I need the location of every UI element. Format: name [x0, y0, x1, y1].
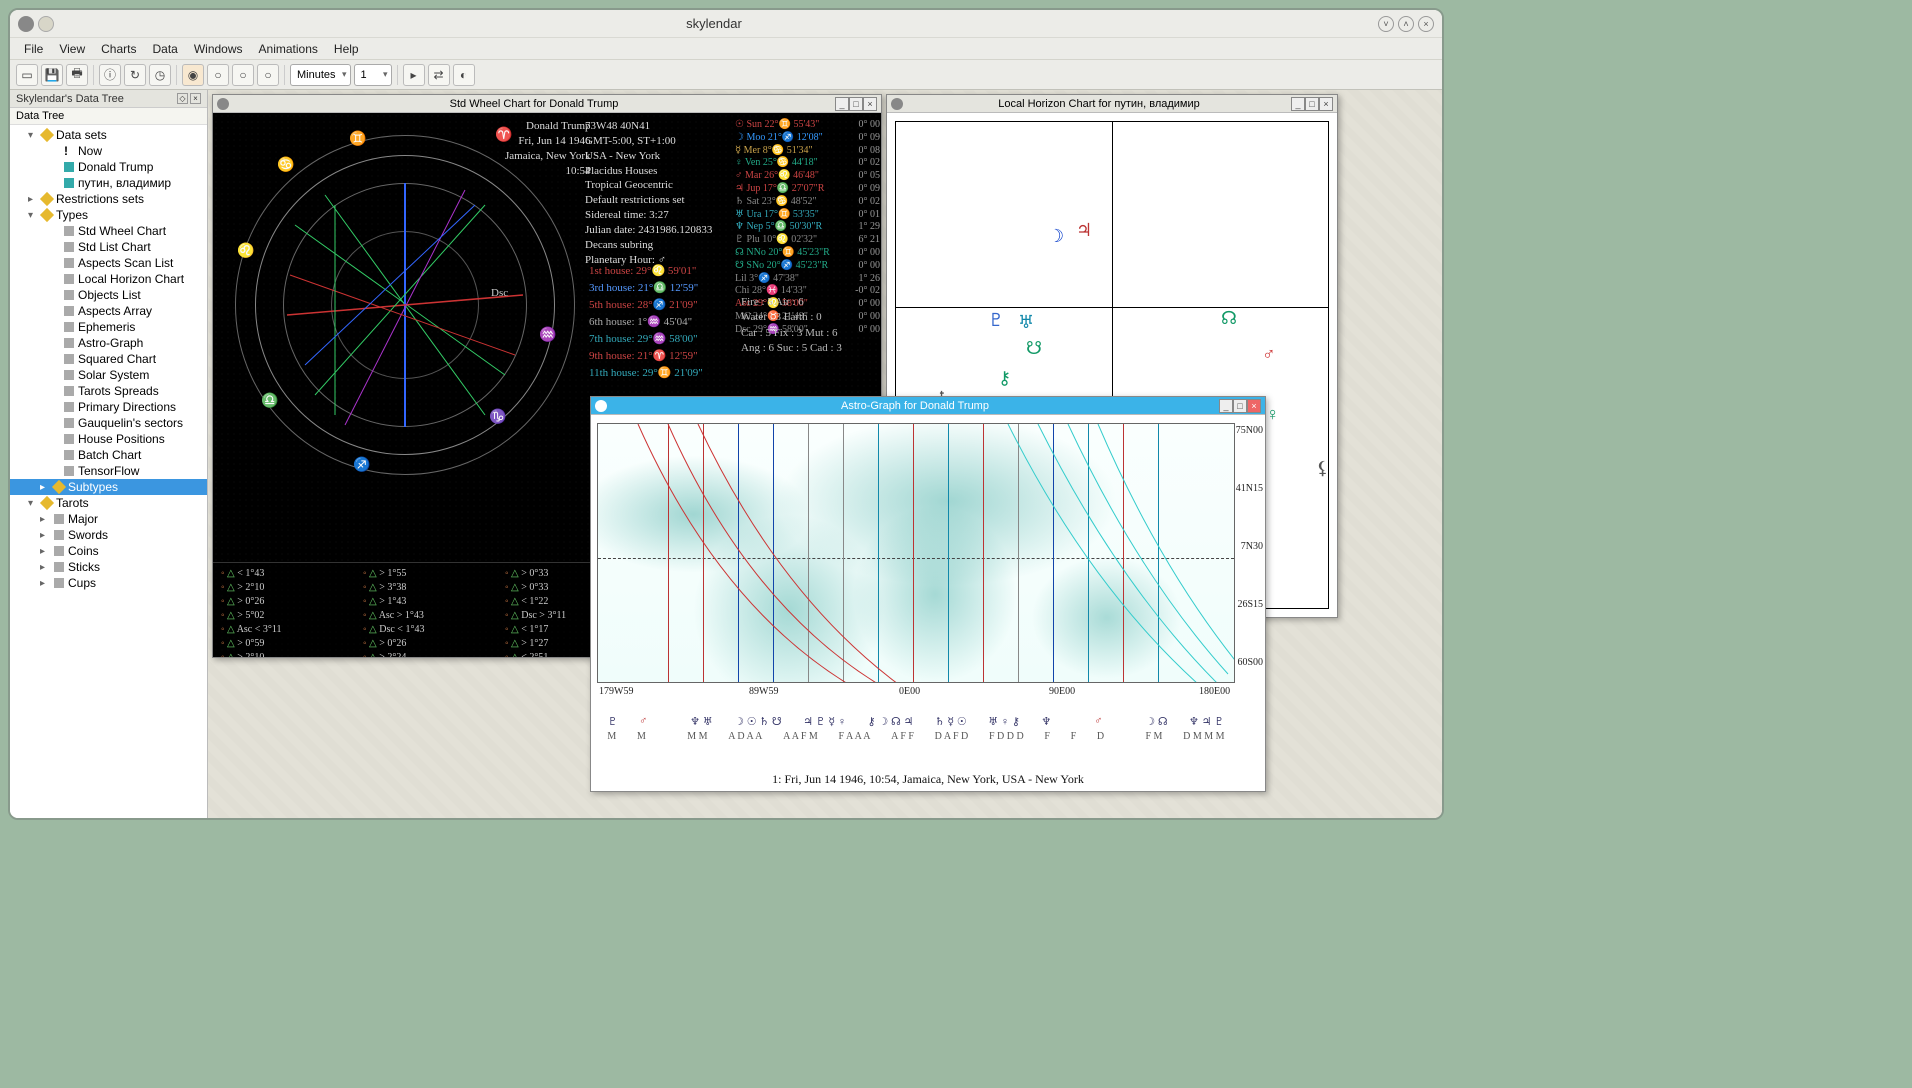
toolbar: ▭ 💾 🖶 ⓘ ↻ ◷ ◉ ○ ○ ○ Minutes 1 ▸ ⇄ ◐ — [10, 60, 1442, 90]
max-icon[interactable]: □ — [1305, 97, 1319, 111]
tree-type-item[interactable]: TensorFlow — [10, 463, 207, 479]
sidebar-close-icon[interactable]: × — [190, 93, 201, 104]
info-button[interactable]: ⓘ — [99, 64, 121, 86]
new-button[interactable]: ▭ — [16, 64, 38, 86]
tree-now[interactable]: !Now — [10, 143, 207, 159]
close-button[interactable]: × — [1418, 16, 1434, 32]
menu-windows[interactable]: Windows — [186, 40, 251, 58]
tree-tarot-item[interactable]: ▸Coins — [10, 543, 207, 559]
tree-tarot-item[interactable]: ▸Major — [10, 511, 207, 527]
max-icon[interactable]: □ — [849, 97, 863, 111]
close-icon[interactable]: × — [1319, 97, 1333, 111]
tree-type-item[interactable]: Astro-Graph — [10, 335, 207, 351]
wheel-header-left: Donald TrumpFri, Jun 14 1946Jamaica, New… — [505, 119, 591, 178]
window-icon — [891, 98, 903, 110]
tree-type-item[interactable]: Ephemeris — [10, 319, 207, 335]
tree-type-item[interactable]: Std Wheel Chart — [10, 223, 207, 239]
maximize-button[interactable]: ˄ — [1398, 16, 1414, 32]
horizon-title: Local Horizon Chart for путин, владимир — [907, 98, 1291, 110]
minimize-button[interactable]: ˅ — [1378, 16, 1394, 32]
tree-type-item[interactable]: Gauquelin's sectors — [10, 415, 207, 431]
print-button[interactable]: 🖶 — [66, 64, 88, 86]
wheel-houses: 1st house: 29°♌ 59'01"3rd house: 21°♎ 12… — [589, 263, 703, 382]
tree-tarots[interactable]: ▾Tarots — [10, 495, 207, 511]
tree-tarot-item[interactable]: ▸Sticks — [10, 559, 207, 575]
window-icon — [595, 400, 607, 412]
astrograph-title: Astro-Graph for Donald Trump — [611, 400, 1219, 412]
app-icon — [18, 16, 34, 32]
tree-type-item[interactable]: Aspects Scan List — [10, 255, 207, 271]
step-combo[interactable]: 1 — [354, 64, 392, 86]
menu-file[interactable]: File — [16, 40, 51, 58]
tree-type-item[interactable]: Batch Chart — [10, 447, 207, 463]
tree-restrictions[interactable]: ▸Restrictions sets — [10, 191, 207, 207]
sidebar-detach-icon[interactable]: ◇ — [177, 93, 188, 104]
menubar: File View Charts Data Windows Animations… — [10, 38, 1442, 60]
tree-type-item[interactable]: Primary Directions — [10, 399, 207, 415]
world-map — [597, 423, 1235, 683]
globe-button[interactable]: ◉ — [182, 64, 204, 86]
circle2-button[interactable]: ○ — [232, 64, 254, 86]
min-icon[interactable]: _ — [1291, 97, 1305, 111]
tree-person-putin[interactable]: путин, владимир — [10, 175, 207, 191]
tree-type-item[interactable]: Tarots Spreads — [10, 383, 207, 399]
window-astrograph[interactable]: Astro-Graph for Donald Trump _ □ × — [590, 396, 1266, 792]
tree-header: Data Tree — [10, 108, 207, 125]
min-icon[interactable]: _ — [1219, 399, 1233, 413]
max-icon[interactable]: □ — [1233, 399, 1247, 413]
min-icon[interactable]: _ — [835, 97, 849, 111]
tree-tarot-item[interactable]: ▸Swords — [10, 527, 207, 543]
menu-charts[interactable]: Charts — [93, 40, 144, 58]
menu-animations[interactable]: Animations — [251, 40, 326, 58]
tree-type-item[interactable]: Squared Chart — [10, 351, 207, 367]
circle1-button[interactable]: ○ — [207, 64, 229, 86]
std-wheel-titlebar[interactable]: Std Wheel Chart for Donald Trump _ □ × — [213, 95, 881, 113]
sidebar-title: Skylendar's Data Tree ◇ × — [10, 90, 207, 108]
wheel-header-mid: 73W48 40N41GMT-5:00, ST+1:00USA - New Yo… — [585, 119, 712, 267]
tree-type-item[interactable]: Objects List — [10, 287, 207, 303]
astrograph-titlebar[interactable]: Astro-Graph for Donald Trump _ □ × — [591, 397, 1265, 415]
tree-types[interactable]: ▾Types — [10, 207, 207, 223]
data-tree[interactable]: ▾Data sets !Now Donald Trump путин, влад… — [10, 125, 207, 818]
app-icon-secondary — [38, 16, 54, 32]
play-button[interactable]: ▸ — [403, 64, 425, 86]
menu-help[interactable]: Help — [326, 40, 367, 58]
menu-view[interactable]: View — [51, 40, 93, 58]
circle3-button[interactable]: ○ — [257, 64, 279, 86]
astrograph-footer: 1: Fri, Jun 14 1946, 10:54, Jamaica, New… — [591, 772, 1265, 787]
tree-datasets[interactable]: ▾Data sets — [10, 127, 207, 143]
window-titlebar: skylendar ˅ ˄ × — [10, 10, 1442, 38]
save-button[interactable]: 💾 — [41, 64, 63, 86]
horizon-titlebar[interactable]: Local Horizon Chart for путин, владимир … — [887, 95, 1337, 113]
tree-type-item[interactable]: Solar System — [10, 367, 207, 383]
tree-tarot-item[interactable]: ▸Cups — [10, 575, 207, 591]
tree-person-trump[interactable]: Donald Trump — [10, 159, 207, 175]
std-wheel-title: Std Wheel Chart for Donald Trump — [233, 98, 835, 110]
tree-type-item[interactable]: Aspects Array — [10, 303, 207, 319]
swap-button[interactable]: ⇄ — [428, 64, 450, 86]
mdi-area: Std Wheel Chart for Donald Trump _ □ × — [208, 90, 1442, 818]
contrast-button[interactable]: ◐ — [453, 64, 475, 86]
tree-type-item[interactable]: Local Horizon Chart — [10, 271, 207, 287]
clock-button[interactable]: ◷ — [149, 64, 171, 86]
astrograph-canvas: 75N0041N157N3026S1560S00 179W5989W590E00… — [591, 415, 1265, 791]
window-icon — [217, 98, 229, 110]
menu-data[interactable]: Data — [144, 40, 185, 58]
tree-type-item[interactable]: Std List Chart — [10, 239, 207, 255]
close-icon[interactable]: × — [1247, 399, 1261, 413]
tree-type-item[interactable]: House Positions — [10, 431, 207, 447]
time-unit-combo[interactable]: Minutes — [290, 64, 351, 86]
window-title: skylendar — [54, 16, 1374, 31]
refresh-button[interactable]: ↻ — [124, 64, 146, 86]
close-icon[interactable]: × — [863, 97, 877, 111]
sidebar: Skylendar's Data Tree ◇ × Data Tree ▾Dat… — [10, 90, 208, 818]
wheel-elements: Fire : 5 Air : 6Water : 3 Earth : 0Car :… — [741, 295, 842, 357]
tree-subtypes[interactable]: ▸Subtypes — [10, 479, 207, 495]
aspect-lines — [235, 135, 575, 475]
